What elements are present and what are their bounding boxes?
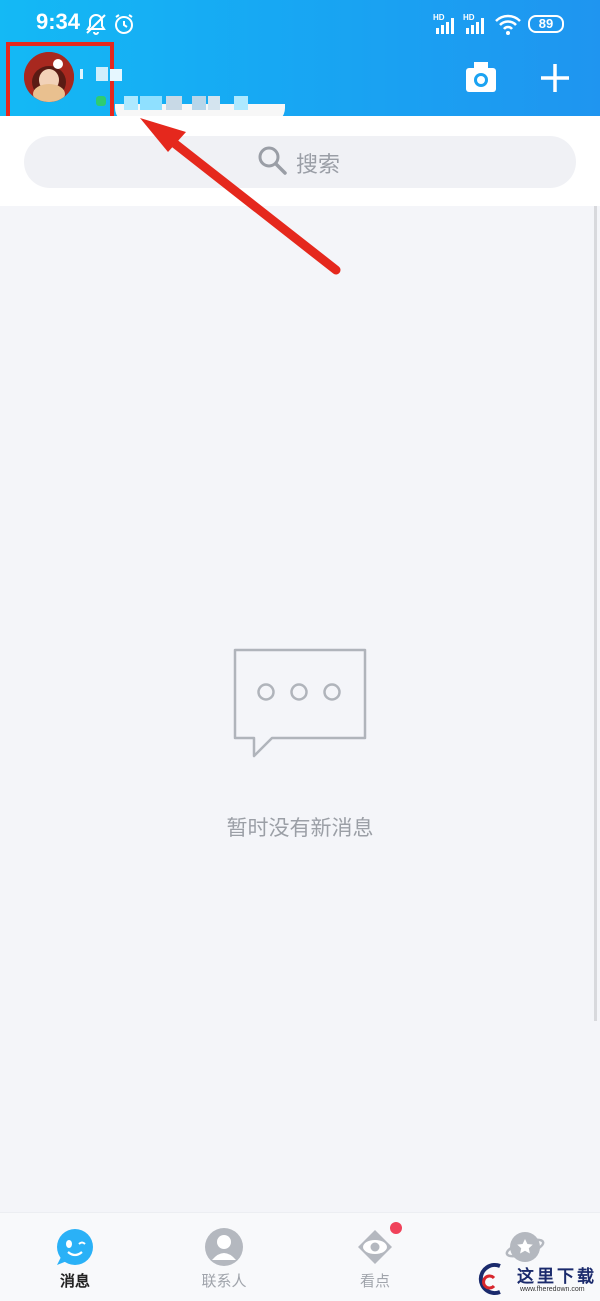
tab-messages-label: 消息 bbox=[59, 1272, 90, 1290]
status-time: 9:34 bbox=[36, 9, 81, 34]
tab-contacts[interactable]: 联系人 bbox=[169, 1213, 279, 1301]
signal-icon-2: HD bbox=[463, 13, 484, 34]
empty-chat-bubble-icon bbox=[233, 648, 367, 758]
alarm-icon bbox=[115, 14, 133, 34]
mute-notification-icon bbox=[86, 13, 106, 35]
svg-text:HD: HD bbox=[433, 13, 445, 22]
tab-watch-label: 看点 bbox=[359, 1272, 390, 1290]
scrollbar bbox=[594, 206, 597, 1021]
watermark-text: 这里下载 bbox=[517, 1267, 597, 1287]
nickname-blurred bbox=[80, 66, 126, 81]
watermark-url: www.fheredown.com bbox=[520, 1286, 585, 1293]
svg-text:HD: HD bbox=[463, 13, 475, 22]
wifi-icon bbox=[495, 14, 521, 35]
messages-face-icon bbox=[57, 1229, 93, 1265]
battery-indicator: 89 bbox=[528, 15, 564, 33]
tab-watch[interactable]: 看点 bbox=[320, 1213, 430, 1301]
status-bar: 9:34 HD HD 89 bbox=[0, 0, 600, 48]
search-placeholder: 搜索 bbox=[296, 153, 341, 178]
watch-notification-dot bbox=[390, 1222, 402, 1234]
camera-icon[interactable] bbox=[464, 60, 498, 94]
contacts-person-icon bbox=[205, 1228, 243, 1266]
signal-icon-1: HD bbox=[433, 13, 454, 34]
plus-icon[interactable] bbox=[537, 60, 573, 96]
watch-eye-icon bbox=[358, 1230, 392, 1264]
empty-state-message: 暂时没有新消息 bbox=[226, 816, 374, 840]
search-icon bbox=[258, 146, 287, 175]
tab-contacts-label: 联系人 bbox=[201, 1272, 247, 1290]
tab-messages[interactable]: 消息 bbox=[20, 1213, 130, 1301]
status-text-blurred bbox=[96, 94, 252, 112]
